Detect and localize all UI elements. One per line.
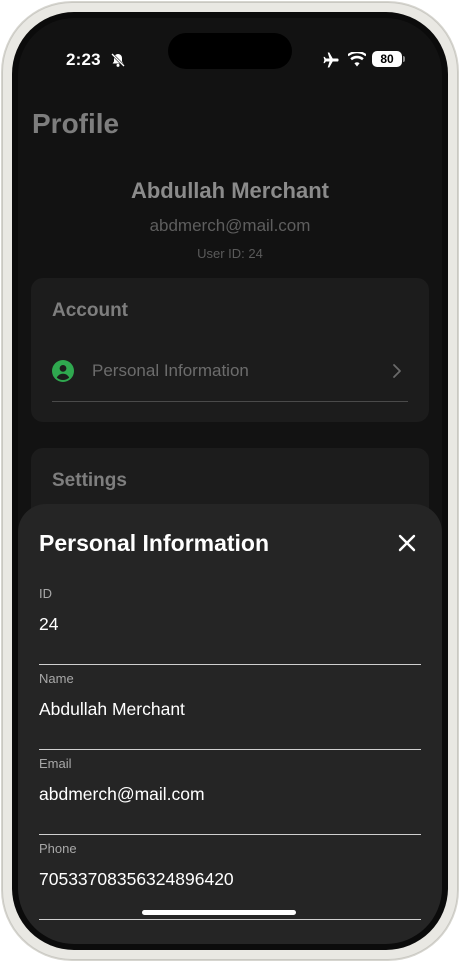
email-field: Email abdmerch@mail.com (39, 750, 421, 835)
settings-heading: Settings (52, 470, 127, 491)
name-field-value: Abdullah Merchant (39, 699, 185, 719)
phone-field-value: 70533708356324896420 (39, 869, 234, 889)
account-heading: Account (52, 300, 128, 321)
phone-field-label: Phone (39, 841, 77, 856)
screen: 2:23 80 Profile Abdullah Merchant abdmer (18, 18, 442, 944)
battery-icon: 80 (372, 51, 402, 67)
email-field-value: abdmerch@mail.com (39, 784, 205, 804)
user-name: Abdullah Merchant (130, 178, 329, 203)
personal-information-label: Personal Information (92, 361, 249, 380)
id-field: ID 24 (39, 580, 421, 665)
phone-field: Phone 70533708356324896420 (39, 835, 421, 920)
email-field-label: Email (39, 756, 72, 771)
wifi-icon (348, 52, 366, 67)
personal-information-row[interactable]: Personal Information (52, 350, 408, 402)
phone-frame: 2:23 80 Profile Abdullah Merchant abdmer (2, 2, 458, 960)
battery-tip (403, 56, 405, 62)
page-title: Profile (32, 108, 120, 139)
id-field-value: 24 (39, 614, 59, 634)
account-card: Account Personal Information (31, 278, 429, 422)
home-indicator[interactable] (142, 910, 296, 915)
bell-off-icon (111, 53, 125, 67)
phone-bezel: 2:23 80 Profile Abdullah Merchant abdmer (12, 12, 448, 950)
name-field: Name Abdullah Merchant (39, 665, 421, 750)
chevron-right-icon (393, 364, 401, 378)
name-field-label: Name (39, 671, 74, 686)
status-time: 2:23 (66, 50, 101, 69)
person-icon (52, 360, 74, 382)
dynamic-island (168, 33, 292, 69)
sheet-title: Personal Information (39, 530, 270, 556)
airplane-icon (323, 52, 339, 68)
close-icon[interactable] (397, 533, 417, 553)
id-field-label: ID (39, 586, 52, 601)
user-id: User ID: 24 (197, 246, 263, 261)
personal-information-sheet: Personal Information ID 24 Name Abdullah… (18, 504, 442, 944)
user-email: abdmerch@mail.com (149, 216, 311, 235)
